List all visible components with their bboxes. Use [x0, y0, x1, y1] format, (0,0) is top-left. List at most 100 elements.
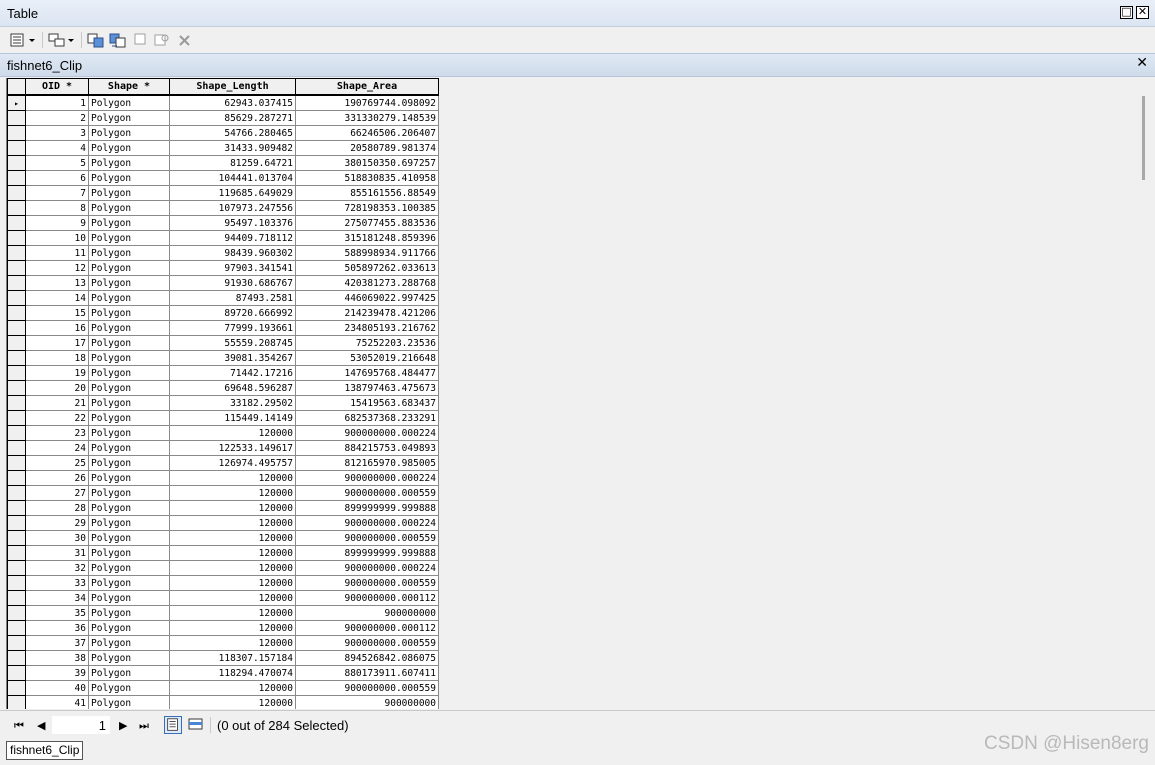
- table-row[interactable]: 25 Polygon 126974.495757 812165970.985005: [7, 455, 439, 471]
- row-selector[interactable]: [7, 680, 26, 696]
- row-selector[interactable]: [7, 575, 26, 591]
- row-selector[interactable]: [7, 425, 26, 441]
- select-by-attributes-icon[interactable]: [87, 31, 105, 49]
- switch-selection-icon[interactable]: [109, 31, 127, 49]
- shape-length-cell[interactable]: 120000: [169, 470, 296, 486]
- shape-cell[interactable]: Polygon: [88, 665, 170, 681]
- table-row[interactable]: 26 Polygon 120000 900000000.000224: [7, 470, 439, 486]
- table-row[interactable]: 27 Polygon 120000 900000000.000559: [7, 485, 439, 501]
- oid-cell[interactable]: 7: [25, 185, 89, 201]
- shape-area-cell[interactable]: 20580789.981374: [295, 140, 439, 156]
- row-selector[interactable]: [7, 170, 26, 186]
- table-row[interactable]: 3 Polygon 54766.280465 66246506.206407: [7, 125, 439, 141]
- shape-area-cell[interactable]: 900000000.000112: [295, 590, 439, 606]
- shape-cell[interactable]: Polygon: [88, 110, 170, 126]
- shape-cell[interactable]: Polygon: [88, 125, 170, 141]
- row-selector[interactable]: [7, 605, 26, 621]
- shape-cell[interactable]: Polygon: [88, 485, 170, 501]
- oid-cell[interactable]: 25: [25, 455, 89, 471]
- show-all-records-icon[interactable]: [164, 716, 182, 734]
- shape-cell[interactable]: Polygon: [88, 365, 170, 381]
- oid-cell[interactable]: 13: [25, 275, 89, 291]
- shape-length-cell[interactable]: 120000: [169, 530, 296, 546]
- row-selector[interactable]: [7, 590, 26, 606]
- shape-area-cell[interactable]: 190769744.098092: [295, 94, 439, 111]
- shape-area-cell[interactable]: 75252203.23536: [295, 335, 439, 351]
- shape-cell[interactable]: Polygon: [88, 500, 170, 516]
- shape-area-cell[interactable]: 588998934.911766: [295, 245, 439, 261]
- table-row[interactable]: 6 Polygon 104441.013704 518830835.410958: [7, 170, 439, 186]
- shape-length-cell[interactable]: 120000: [169, 485, 296, 501]
- shape-length-cell[interactable]: 62943.037415: [169, 94, 296, 111]
- oid-cell[interactable]: 28: [25, 500, 89, 516]
- oid-cell[interactable]: 15: [25, 305, 89, 321]
- shape-cell[interactable]: Polygon: [88, 305, 170, 321]
- shape-cell[interactable]: Polygon: [88, 320, 170, 336]
- shape-cell[interactable]: Polygon: [88, 560, 170, 576]
- table-options-icon[interactable]: [8, 31, 38, 49]
- shape-area-cell[interactable]: 884215753.049893: [295, 440, 439, 456]
- oid-cell[interactable]: 18: [25, 350, 89, 366]
- table-row[interactable]: 24 Polygon 122533.149617 884215753.049893: [7, 440, 439, 456]
- shape-length-cell[interactable]: 126974.495757: [169, 455, 296, 471]
- shape-cell[interactable]: Polygon: [88, 215, 170, 231]
- shape-area-cell[interactable]: 900000000: [295, 695, 439, 709]
- table-row[interactable]: 31 Polygon 120000 899999999.999888: [7, 545, 439, 561]
- shape-area-cell[interactable]: 518830835.410958: [295, 170, 439, 186]
- shape-area-cell[interactable]: 15419563.683437: [295, 395, 439, 411]
- related-tables-icon[interactable]: [47, 31, 77, 49]
- row-selector-header[interactable]: [7, 78, 26, 96]
- shape-area-cell[interactable]: 505897262.033613: [295, 260, 439, 276]
- row-selector[interactable]: [7, 545, 26, 561]
- shape-length-cell[interactable]: 55559.208745: [169, 335, 296, 351]
- shape-area-cell[interactable]: 900000000.000559: [295, 485, 439, 501]
- table-row[interactable]: 21 Polygon 33182.29502 15419563.683437: [7, 395, 439, 411]
- oid-cell[interactable]: 39: [25, 665, 89, 681]
- shape-length-cell[interactable]: 94409.718112: [169, 230, 296, 246]
- shape-length-cell[interactable]: 120000: [169, 425, 296, 441]
- table-row[interactable]: 20 Polygon 69648.596287 138797463.475673: [7, 380, 439, 396]
- shape-length-cell[interactable]: 98439.960302: [169, 245, 296, 261]
- shape-cell[interactable]: Polygon: [88, 170, 170, 186]
- shape-length-cell[interactable]: 120000: [169, 605, 296, 621]
- table-row[interactable]: 13 Polygon 91930.686767 420381273.288768: [7, 275, 439, 291]
- oid-cell[interactable]: 30: [25, 530, 89, 546]
- oid-cell[interactable]: 4: [25, 140, 89, 156]
- table-row[interactable]: 39 Polygon 118294.470074 880173911.607411: [7, 665, 439, 681]
- shape-cell[interactable]: Polygon: [88, 410, 170, 426]
- shape-cell[interactable]: Polygon: [88, 380, 170, 396]
- shape-cell[interactable]: Polygon: [88, 260, 170, 276]
- row-selector[interactable]: [7, 245, 26, 261]
- table-row[interactable]: 36 Polygon 120000 900000000.000112: [7, 620, 439, 636]
- shape-cell[interactable]: Polygon: [88, 185, 170, 201]
- shape-length-cell[interactable]: 120000: [169, 515, 296, 531]
- shape-cell[interactable]: Polygon: [88, 275, 170, 291]
- shape-area-cell[interactable]: 900000000: [295, 605, 439, 621]
- oid-cell[interactable]: 14: [25, 290, 89, 306]
- row-selector[interactable]: [7, 560, 26, 576]
- row-selector[interactable]: [7, 695, 26, 709]
- shape-cell[interactable]: Polygon: [88, 425, 170, 441]
- table-row[interactable]: 10 Polygon 94409.718112 315181248.859396: [7, 230, 439, 246]
- shape-cell[interactable]: Polygon: [88, 620, 170, 636]
- shape-length-cell[interactable]: 120000: [169, 590, 296, 606]
- shape-cell[interactable]: Polygon: [88, 395, 170, 411]
- shape-cell[interactable]: Polygon: [88, 140, 170, 156]
- table-row[interactable]: 35 Polygon 120000 900000000: [7, 605, 439, 621]
- shape-length-cell[interactable]: 104441.013704: [169, 170, 296, 186]
- shape-area-cell[interactable]: 138797463.475673: [295, 380, 439, 396]
- shape-length-cell[interactable]: 120000: [169, 680, 296, 696]
- shape-length-cell[interactable]: 122533.149617: [169, 440, 296, 456]
- shape-cell[interactable]: Polygon: [88, 290, 170, 306]
- oid-cell[interactable]: 11: [25, 245, 89, 261]
- shape-length-cell[interactable]: 69648.596287: [169, 380, 296, 396]
- row-selector[interactable]: [7, 290, 26, 306]
- shape-length-cell[interactable]: 118307.157184: [169, 650, 296, 666]
- shape-area-cell[interactable]: 53052019.216648: [295, 350, 439, 366]
- row-selector[interactable]: [7, 440, 26, 456]
- shape-length-cell[interactable]: 87493.2581: [169, 290, 296, 306]
- shape-area-cell[interactable]: 234805193.216762: [295, 320, 439, 336]
- shape-length-cell[interactable]: 31433.909482: [169, 140, 296, 156]
- oid-cell[interactable]: 3: [25, 125, 89, 141]
- row-selector[interactable]: ▸: [7, 94, 26, 111]
